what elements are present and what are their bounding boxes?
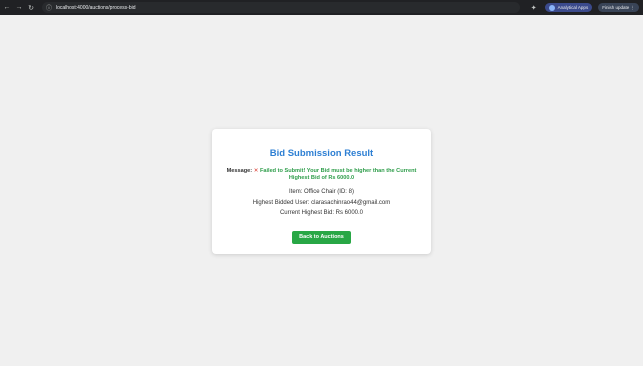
reload-icon[interactable]: ↻: [26, 3, 36, 13]
bid-details: Item: Office Chair (ID: 8) Highest Bidde…: [212, 187, 431, 219]
profile-button[interactable]: Analytical Apps: [544, 3, 593, 12]
current-bid-info: Current Highest Bid: Rs 6000.0: [279, 210, 364, 216]
address-bar[interactable]: ⓘ localhost:4000/auctions/process-bid: [42, 2, 520, 13]
browser-right-tools: ✦ Analytical Apps Finish update ⋮: [531, 3, 639, 12]
profile-label: Analytical Apps: [557, 5, 589, 10]
forward-arrow-icon[interactable]: →: [14, 3, 24, 13]
back-arrow-icon[interactable]: ←: [2, 3, 12, 13]
url-text: localhost:4000/auctions/process-bid: [56, 4, 136, 11]
message-label: Message:: [226, 168, 253, 174]
extensions-icon[interactable]: ✦: [531, 4, 537, 12]
menu-label: Finish update: [602, 5, 630, 10]
browser-toolbar: ← → ↻ ⓘ localhost:4000/auctions/process-…: [0, 0, 643, 15]
browser-menu-button[interactable]: Finish update ⋮: [598, 3, 639, 12]
back-to-auctions-button[interactable]: Back to Auctions: [292, 230, 351, 244]
bid-result-card: Bid Submission Result Message: ✕ Failed …: [212, 129, 431, 254]
item-info: Item: Office Chair (ID: 8): [289, 189, 354, 195]
site-info-icon[interactable]: ⓘ: [46, 3, 52, 12]
page-title: Bid Submission Result: [269, 148, 374, 159]
message-text: Failed to Submit! Your Bid must be highe…: [259, 168, 417, 181]
result-message: Message: ✕ Failed to Submit! Your Bid mu…: [224, 168, 419, 182]
kebab-menu-icon: ⋮: [629, 4, 635, 10]
error-x-icon: ✕: [253, 168, 259, 174]
highest-bidder-info: Highest Bidded User: clarasachinrao44@gm…: [252, 199, 391, 206]
avatar: [548, 4, 555, 11]
